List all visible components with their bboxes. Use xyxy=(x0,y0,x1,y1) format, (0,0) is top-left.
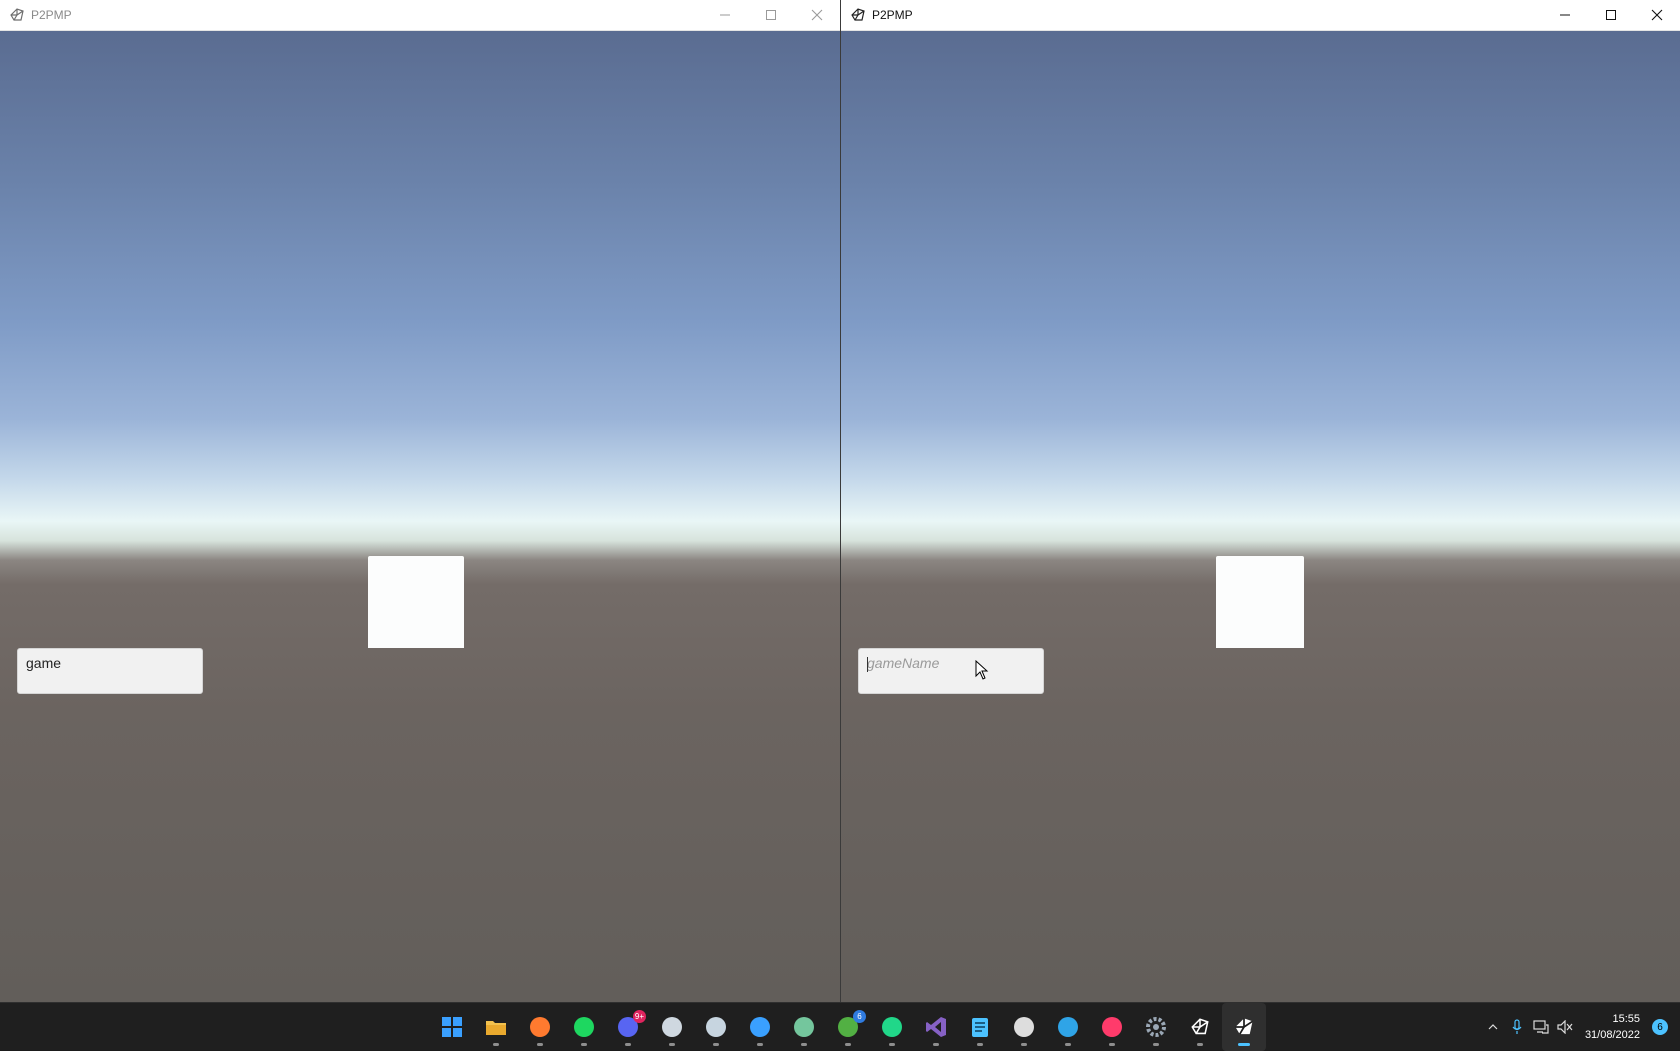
running-indicator xyxy=(1065,1043,1071,1046)
network-icon[interactable] xyxy=(1529,1003,1553,1051)
image-viewer-icon xyxy=(661,1016,683,1038)
taskbar-button-firefox[interactable] xyxy=(518,1003,562,1051)
app-badge: 9+ xyxy=(632,1010,646,1023)
photos-icon xyxy=(749,1016,771,1038)
white-cube xyxy=(1216,556,1304,648)
taskbar-button-visual-studio[interactable] xyxy=(914,1003,958,1051)
start-icon xyxy=(441,1016,463,1038)
game-viewport[interactable]: gameName xyxy=(841,31,1680,1002)
running-indicator xyxy=(845,1043,851,1046)
taskbar-button-steam[interactable] xyxy=(694,1003,738,1051)
edge-icon xyxy=(1057,1016,1079,1038)
obs-icon xyxy=(1013,1016,1035,1038)
running-indicator xyxy=(933,1043,939,1046)
taskbar-button-unity-editor[interactable] xyxy=(1178,1003,1222,1051)
taskbar-apps: 9+ 6 xyxy=(430,1003,1266,1051)
unity-editor-icon xyxy=(1191,1018,1209,1036)
title-bar[interactable]: P2PMP xyxy=(841,0,1680,31)
running-indicator xyxy=(581,1043,587,1046)
game-window-right: P2PMP gameName xyxy=(840,0,1680,1002)
taskbar-button-photos[interactable] xyxy=(738,1003,782,1051)
clock[interactable]: 15:55 31/08/2022 xyxy=(1585,1011,1640,1043)
running-indicator xyxy=(1153,1043,1159,1046)
taskbar-button-file-explorer[interactable] xyxy=(474,1003,518,1051)
running-indicator xyxy=(625,1043,631,1046)
draw-app-icon xyxy=(1101,1016,1123,1038)
settings-icon xyxy=(1145,1016,1167,1038)
taskbar-button-unity-player[interactable] xyxy=(1222,1003,1266,1051)
game-viewport[interactable]: game xyxy=(0,31,840,1002)
unity-icon xyxy=(850,7,866,23)
text-caret xyxy=(867,657,868,672)
running-indicator xyxy=(493,1043,499,1046)
minimize-button[interactable] xyxy=(702,0,748,31)
mouse-pointer-icon xyxy=(975,660,989,680)
game-window-left: P2PMP game xyxy=(0,0,840,1002)
taskbar-button-xbox[interactable]: 6 xyxy=(826,1003,870,1051)
window-title: P2PMP xyxy=(872,8,913,22)
maximize-button[interactable] xyxy=(1588,0,1634,31)
taskbar: 9+ 6 15:55 31/08/2022 6 xyxy=(0,1002,1680,1051)
maximize-button[interactable] xyxy=(748,0,794,31)
clock-date: 31/08/2022 xyxy=(1584,1029,1640,1041)
title-bar[interactable]: P2PMP xyxy=(0,0,840,31)
taskbar-button-obs[interactable] xyxy=(1002,1003,1046,1051)
unity-icon xyxy=(9,7,25,23)
taskbar-button-notepad[interactable] xyxy=(958,1003,1002,1051)
taskbar-button-edge[interactable] xyxy=(1046,1003,1090,1051)
running-indicator xyxy=(1021,1043,1027,1046)
game-name-input[interactable]: game xyxy=(17,648,203,694)
running-indicator xyxy=(1109,1043,1115,1046)
clock-time: 15:55 xyxy=(1612,1013,1640,1025)
running-indicator xyxy=(669,1043,675,1046)
taskbar-button-draw-app[interactable] xyxy=(1090,1003,1134,1051)
volume-muted-icon[interactable] xyxy=(1553,1003,1577,1051)
notification-badge[interactable]: 6 xyxy=(1652,1019,1668,1035)
firefox-icon xyxy=(529,1016,551,1038)
running-indicator xyxy=(889,1043,895,1046)
running-indicator xyxy=(1197,1043,1203,1046)
running-indicator xyxy=(1238,1043,1250,1046)
running-indicator xyxy=(713,1043,719,1046)
minimize-button[interactable] xyxy=(1542,0,1588,31)
taskbar-button-image-viewer[interactable] xyxy=(650,1003,694,1051)
taskbar-button-chatgpt[interactable] xyxy=(782,1003,826,1051)
taskbar-button-spotify[interactable] xyxy=(562,1003,606,1051)
unity-player-icon xyxy=(1234,1017,1254,1037)
close-button[interactable] xyxy=(794,0,840,31)
pycharm-icon xyxy=(881,1016,903,1038)
running-indicator xyxy=(977,1043,983,1046)
taskbar-button-start[interactable] xyxy=(430,1003,474,1051)
system-tray: 15:55 31/08/2022 6 xyxy=(1481,1003,1680,1051)
input-placeholder: gameName xyxy=(867,655,940,671)
window-title: P2PMP xyxy=(31,8,72,22)
app-badge: 6 xyxy=(853,1010,866,1023)
visual-studio-icon xyxy=(925,1016,947,1038)
file-explorer-icon xyxy=(485,1017,507,1037)
taskbar-button-settings[interactable] xyxy=(1134,1003,1178,1051)
close-button[interactable] xyxy=(1634,0,1680,31)
chevron-up-icon[interactable] xyxy=(1481,1003,1505,1051)
white-cube xyxy=(368,556,464,648)
chatgpt-icon xyxy=(793,1016,815,1038)
microphone-icon[interactable] xyxy=(1505,1003,1529,1051)
steam-icon xyxy=(705,1016,727,1038)
game-name-input[interactable]: gameName xyxy=(858,648,1044,694)
running-indicator xyxy=(757,1043,763,1046)
running-indicator xyxy=(537,1043,543,1046)
taskbar-button-discord[interactable]: 9+ xyxy=(606,1003,650,1051)
taskbar-button-pycharm[interactable] xyxy=(870,1003,914,1051)
input-value: game xyxy=(26,655,62,671)
running-indicator xyxy=(801,1043,807,1046)
spotify-icon xyxy=(573,1016,595,1038)
notepad-icon xyxy=(971,1016,989,1038)
